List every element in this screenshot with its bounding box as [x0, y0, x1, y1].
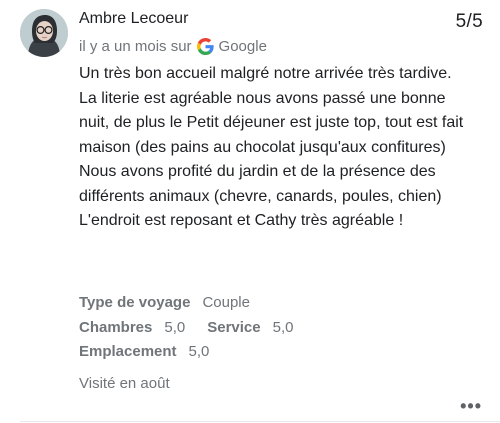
rooms-value: 5,0 — [164, 318, 186, 336]
review-time: il y a un mois sur — [79, 38, 192, 55]
review-score: 5/5 — [455, 11, 483, 32]
review-paragraph: La literie est agréable nous avons passé… — [79, 89, 464, 156]
location-value: 5,0 — [188, 343, 210, 360]
detail-row: Emplacement 5,0 — [79, 340, 293, 365]
avatar[interactable] — [20, 9, 68, 57]
review-meta: il y a un mois sur Google — [79, 38, 267, 55]
detail-row: Chambres 5,0 Service 5,0 — [79, 316, 293, 341]
trip-type-value: Couple — [202, 294, 250, 311]
avatar-image — [20, 9, 68, 57]
author-name[interactable]: Ambre Lecoeur — [79, 10, 188, 28]
review-card: Ambre Lecoeur 5/5 il y a un mois sur Goo… — [0, 0, 500, 423]
review-source[interactable]: Google — [219, 38, 267, 55]
google-g-icon — [196, 38, 214, 55]
more-options-icon[interactable]: ••• — [460, 396, 482, 417]
review-text: Un très bon accueil malgré notre arrivée… — [79, 62, 479, 234]
review-paragraph: Nous avons profité du jardin et de la pr… — [79, 163, 442, 229]
rooms-label: Chambres — [79, 318, 153, 336]
review-details: Type de voyage Couple Chambres 5,0 Servi… — [79, 291, 293, 365]
location-label: Emplacement — [79, 343, 177, 360]
review-paragraph: Un très bon accueil malgré notre arrivée… — [79, 65, 452, 82]
detail-row: Type de voyage Couple — [79, 291, 293, 316]
trip-type-label: Type de voyage — [79, 294, 191, 311]
service-label: Service — [207, 318, 261, 336]
visit-date: Visité en août — [79, 375, 170, 392]
service-value: 5,0 — [272, 318, 294, 336]
divider — [20, 421, 500, 422]
